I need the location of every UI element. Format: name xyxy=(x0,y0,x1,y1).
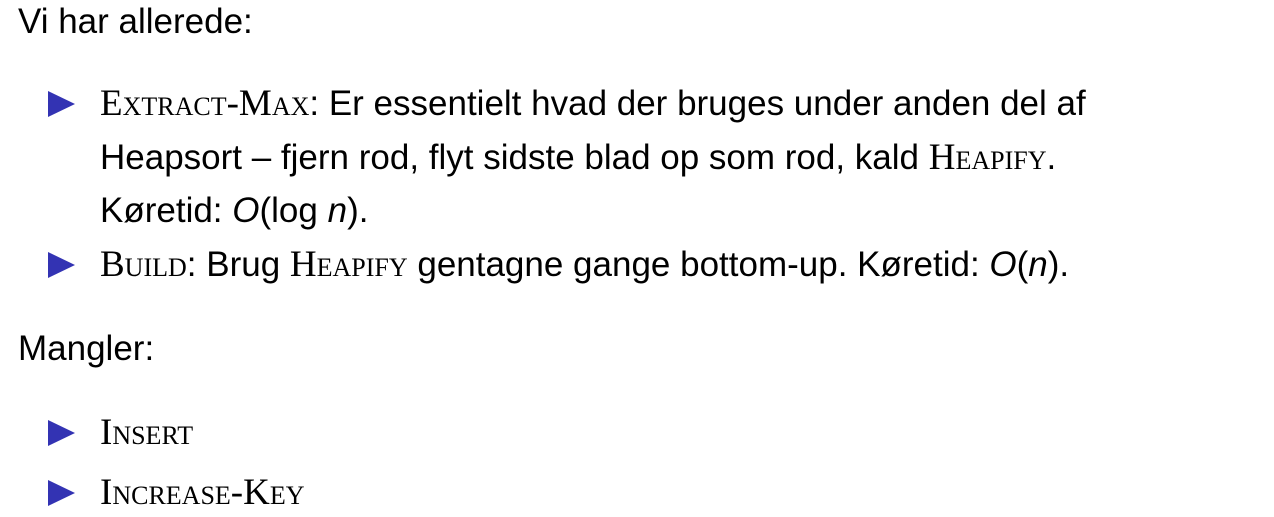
text-segment: : Er essentielt hvad der bruges under an… xyxy=(309,84,1086,123)
item-extract-max-line-1: Extract-Max: Er essentielt hvad der brug… xyxy=(100,84,1086,124)
keyword-text: Heapify xyxy=(928,137,1047,178)
keyword-text: Increase-Key xyxy=(100,472,305,513)
text-segment: ). xyxy=(347,191,369,230)
bullet-triangle-icon xyxy=(48,252,75,278)
item-extract-max-line-2: Heapsort – fjern rod, flyt sidste blad o… xyxy=(100,138,1056,178)
text-segment: (log xyxy=(259,191,328,230)
math-text: O xyxy=(989,245,1017,284)
text-segment: ( xyxy=(1016,245,1029,284)
item-extract-max-line-3: Køretid: O(log n). xyxy=(100,191,368,231)
text-segment: Heapsort – fjern rod, flyt sidste blad o… xyxy=(100,138,929,177)
math-text: n xyxy=(327,191,348,230)
text-segment: gentagne gange bottom-up. Køretid: xyxy=(407,245,990,284)
keyword-text: Build xyxy=(100,244,187,285)
bullet-triangle-icon xyxy=(48,420,75,446)
keyword-text: Insert xyxy=(100,412,194,453)
bullet-triangle-icon xyxy=(48,91,75,117)
text-segment: Køretid: xyxy=(100,191,233,230)
keyword-text: Extract-Max xyxy=(100,83,310,124)
math-text: O xyxy=(232,191,260,230)
heading-existing: Vi har allerede: xyxy=(18,2,253,41)
keyword-text: Heapify xyxy=(289,244,408,285)
item-insert: Insert xyxy=(100,413,193,453)
text-segment: ). xyxy=(1047,245,1070,284)
bullet-triangle-icon xyxy=(48,480,75,506)
math-text: n xyxy=(1028,245,1048,284)
item-build: Build: Brug Heapify gentagne gange botto… xyxy=(100,245,1069,285)
heading-missing: Mangler: xyxy=(18,329,155,368)
item-increase-key: Increase-Key xyxy=(100,473,304,513)
text-segment: : Brug xyxy=(186,245,290,284)
text-segment: . xyxy=(1046,138,1057,177)
